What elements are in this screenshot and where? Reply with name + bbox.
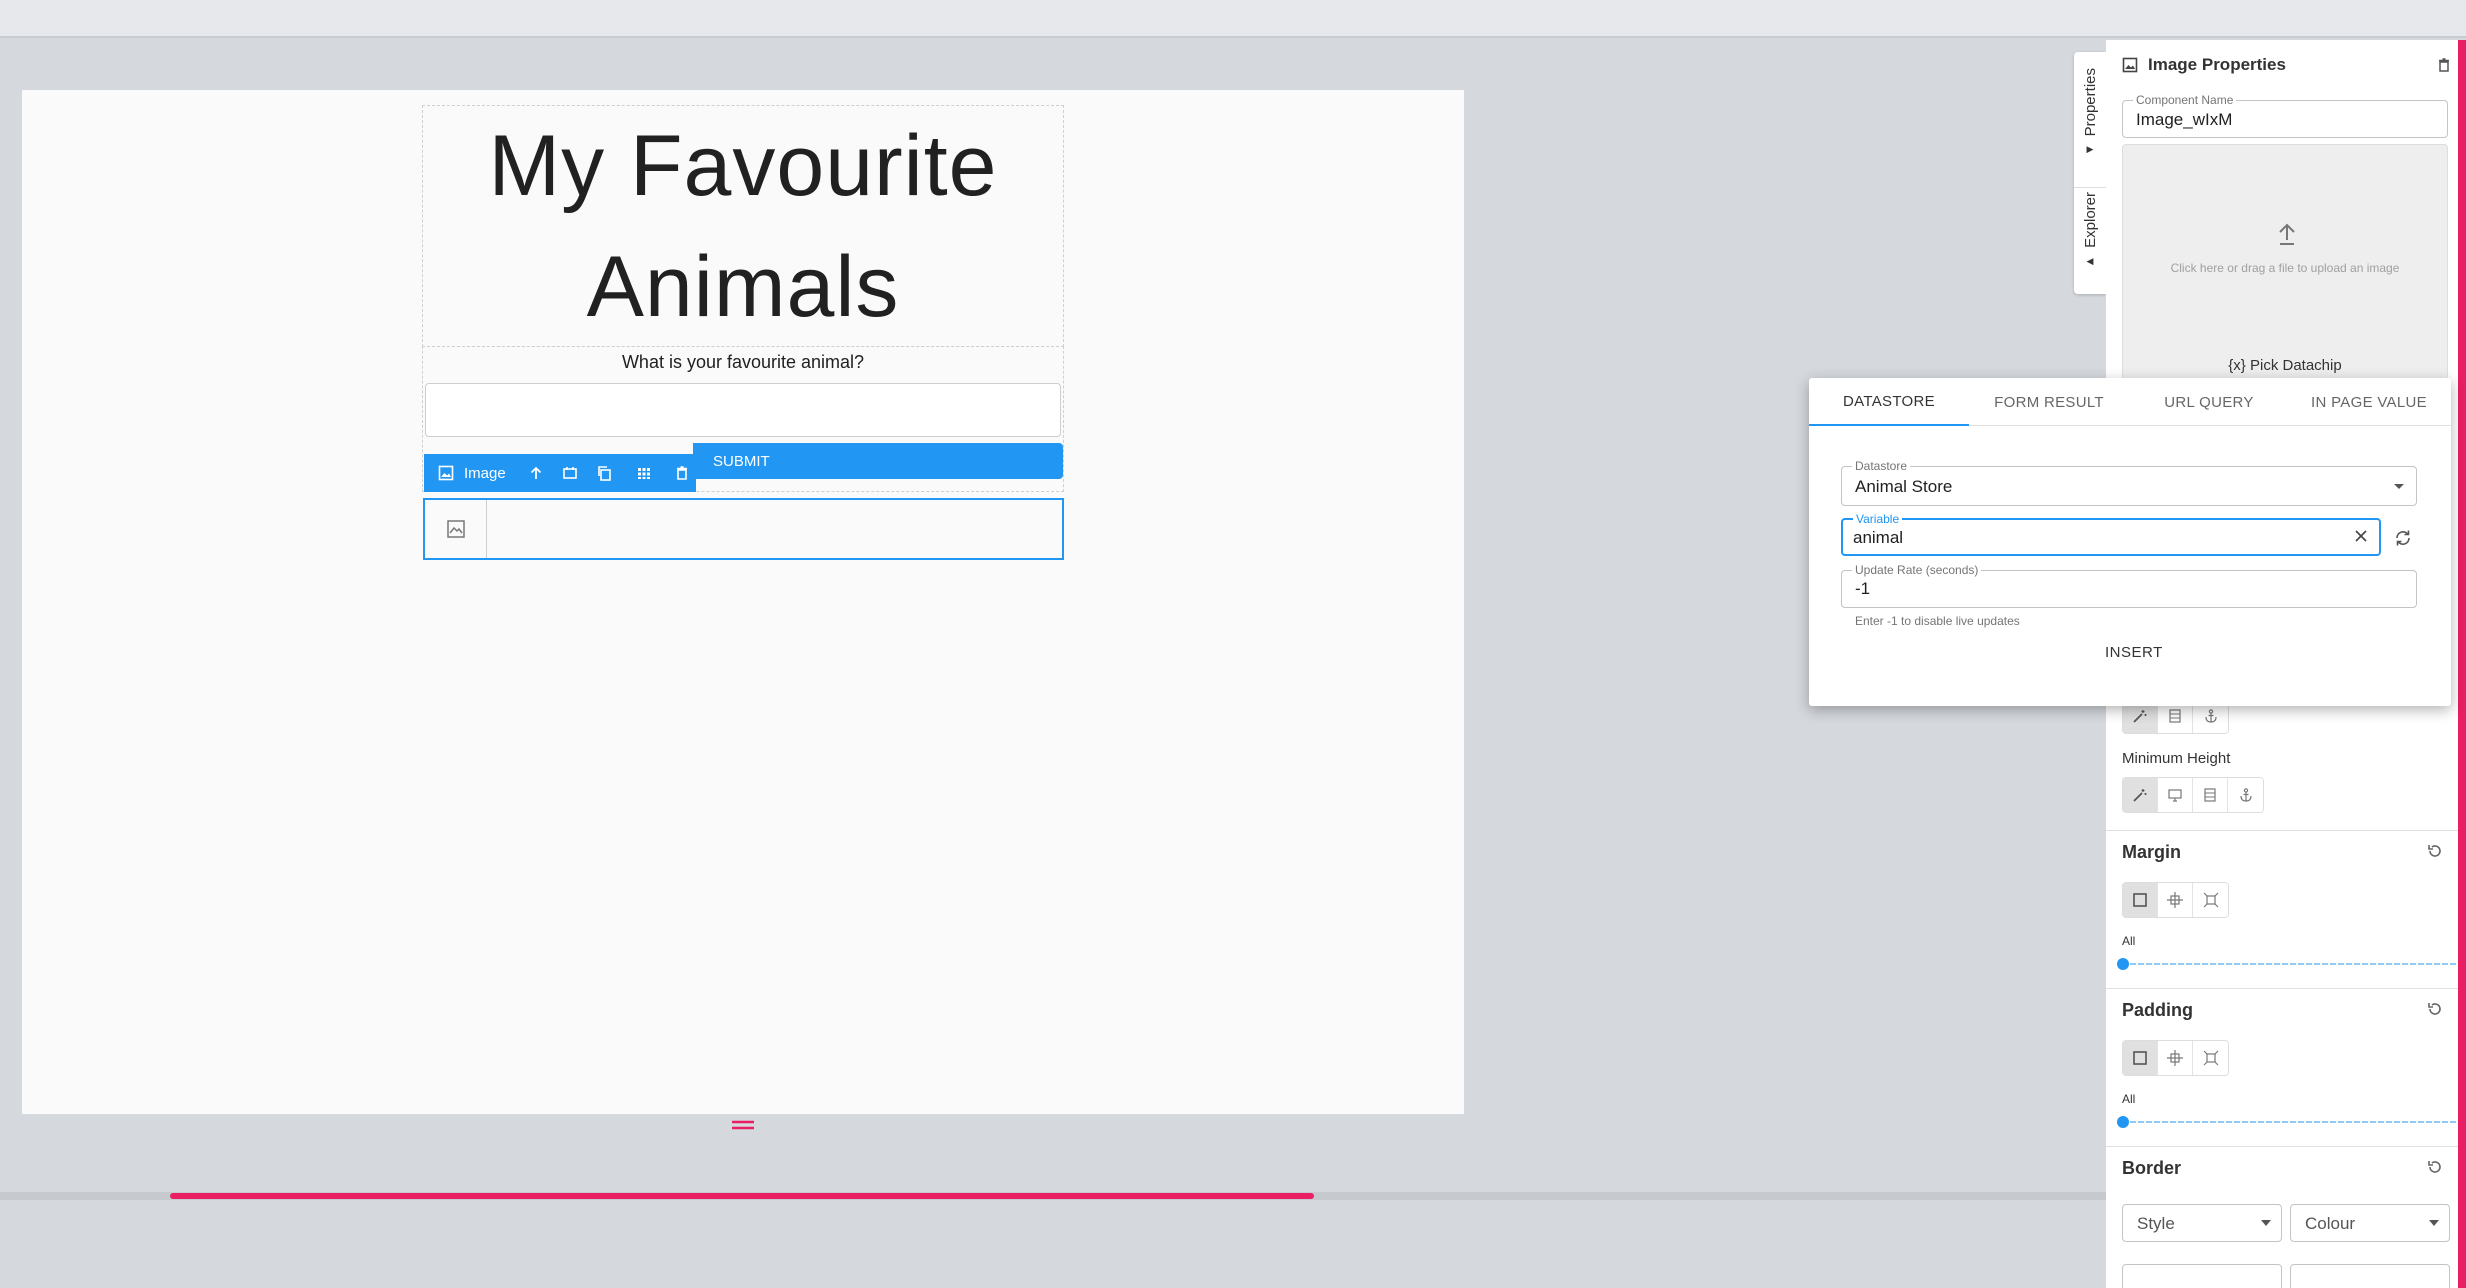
padding-all-label: All (2122, 1092, 2136, 1106)
side-tab-bar: Properties ▶ Explorer ◀ (2074, 52, 2106, 294)
section-divider (2106, 830, 2462, 831)
clear-icon[interactable] (2353, 528, 2369, 549)
page-title: My Favourite Animals (488, 118, 998, 335)
border-colour-select[interactable]: Colour (2290, 1204, 2450, 1242)
border-width-field[interactable] (2122, 1264, 2282, 1288)
chevron-down-icon (2429, 1220, 2439, 1226)
slider-track (2122, 963, 2458, 965)
reset-icon[interactable] (2426, 842, 2444, 865)
tab-form-result[interactable]: FORM RESULT (1969, 378, 2129, 426)
variable-input[interactable]: Variable animal (1841, 512, 2381, 556)
padding-title: Padding (2122, 1000, 2193, 1020)
canvas-resize-handle[interactable] (731, 1118, 755, 1132)
axis-sides-icon[interactable] (2158, 1041, 2193, 1075)
submit-button[interactable]: SUBMIT (693, 443, 1063, 479)
minimum-height-label: Minimum Height (2122, 750, 2231, 767)
border-style-select[interactable]: Style (2122, 1204, 2282, 1242)
upload-icon (2276, 221, 2298, 252)
border-title: Border (2122, 1158, 2182, 1178)
border-radius-field[interactable] (2290, 1264, 2450, 1288)
image-upload-area[interactable]: Click here or drag a file to upload an i… (2122, 144, 2448, 380)
tab-in-page-value[interactable]: IN PAGE VALUE (2289, 378, 2449, 426)
panel-title: Image Properties (2148, 55, 2286, 74)
update-rate-helper: Enter -1 to disable live updates (1855, 614, 2020, 628)
update-rate-value: -1 (1855, 579, 1871, 598)
component-type-label: Image (464, 464, 506, 482)
tab-datastore[interactable]: DATASTORE (1809, 378, 1969, 426)
reset-icon[interactable] (2426, 1000, 2444, 1023)
slider-thumb[interactable] (2117, 958, 2129, 970)
datachip-tabs: DATASTORE FORM RESULT URL QUERY IN PAGE … (1809, 378, 2451, 426)
tab-properties-label: Properties (2081, 68, 2099, 137)
tab-explorer-label: Explorer (2081, 192, 2099, 248)
chevron-down-icon (2261, 1220, 2271, 1226)
image-component[interactable] (423, 498, 1064, 560)
delete-icon[interactable] (2436, 57, 2452, 73)
refresh-icon[interactable] (2393, 528, 2413, 553)
delete-icon[interactable] (668, 459, 696, 487)
margin-mode-group (2122, 882, 2229, 918)
reset-icon[interactable] (2426, 1158, 2444, 1181)
image-component-toolbar: Image (424, 454, 696, 492)
axis-sides-icon[interactable] (2158, 883, 2193, 917)
move-icon[interactable] (556, 459, 584, 487)
individual-sides-icon[interactable] (2193, 1041, 2228, 1075)
border-colour-placeholder: Colour (2305, 1214, 2356, 1233)
border-style-placeholder: Style (2137, 1214, 2175, 1233)
chevron-down-icon (2394, 484, 2404, 489)
panel-header: Image Properties (2122, 50, 2452, 80)
tab-properties[interactable]: Properties ▶ (2074, 68, 2106, 188)
caret-icon: ◀ (2086, 255, 2094, 266)
insert-button[interactable]: INSERT (2105, 644, 2163, 661)
answer-input[interactable] (425, 383, 1061, 437)
screen-height-icon[interactable] (2158, 778, 2193, 812)
auto-height-icon[interactable] (2123, 778, 2158, 812)
section-divider (2106, 988, 2462, 989)
duplicate-icon[interactable] (590, 459, 618, 487)
component-name-value: Image_wIxM (2136, 110, 2233, 129)
padding-mode-group (2122, 1040, 2229, 1076)
form-question-label: What is your favourite animal? (621, 352, 865, 372)
component-name-field[interactable]: Component Name Image_wIxM (2122, 93, 2448, 138)
pick-datachip-button[interactable]: {x} Pick Datachip (2123, 357, 2447, 374)
upload-hint: Click here or drag a file to upload an i… (2170, 261, 2400, 275)
datastore-select[interactable]: Datastore Animal Store (1841, 459, 2417, 506)
all-sides-icon[interactable] (2123, 883, 2158, 917)
variable-value: animal (1853, 528, 1904, 547)
anchor-icon[interactable] (2228, 778, 2263, 812)
slider-track (2122, 1121, 2458, 1123)
datastore-label: Datastore (1852, 459, 1911, 473)
update-rate-label: Update Rate (seconds) (1852, 563, 1982, 577)
individual-sides-icon[interactable] (2193, 883, 2228, 917)
tab-url-query[interactable]: URL QUERY (2129, 378, 2289, 426)
grid-icon[interactable] (630, 459, 658, 487)
fill-height-icon[interactable] (2193, 778, 2228, 812)
tab-explorer[interactable]: Explorer ◀ (2074, 192, 2106, 292)
select-parent-icon[interactable] (522, 459, 550, 487)
datastore-value: Animal Store (1855, 477, 1953, 496)
slider-thumb[interactable] (2117, 1116, 2129, 1128)
datachip-popup: DATASTORE FORM RESULT URL QUERY IN PAGE … (1809, 378, 2451, 706)
padding-slider[interactable] (2117, 1115, 2458, 1129)
top-bar (0, 0, 2466, 38)
image-icon (2122, 57, 2138, 73)
min-height-mode-group (2122, 777, 2264, 813)
section-divider (2106, 1146, 2462, 1147)
title-component[interactable]: My Favourite Animals (422, 105, 1064, 347)
caret-icon: ▶ (2086, 144, 2094, 155)
page-canvas[interactable]: My Favourite Animals What is your favour… (22, 90, 1464, 1114)
image-icon (432, 459, 460, 487)
margin-all-label: All (2122, 934, 2136, 948)
margin-title: Margin (2122, 842, 2182, 862)
update-rate-field[interactable]: Update Rate (seconds) -1 (1841, 563, 2417, 608)
margin-slider[interactable] (2117, 957, 2458, 971)
variable-label: Variable (1853, 512, 1903, 526)
all-sides-icon[interactable] (2123, 1041, 2158, 1075)
image-placeholder-icon (425, 500, 487, 558)
panel-scrollbar[interactable] (2458, 40, 2466, 1288)
horizontal-scrollbar[interactable] (170, 1193, 1314, 1199)
component-name-label: Component Name (2133, 93, 2237, 107)
